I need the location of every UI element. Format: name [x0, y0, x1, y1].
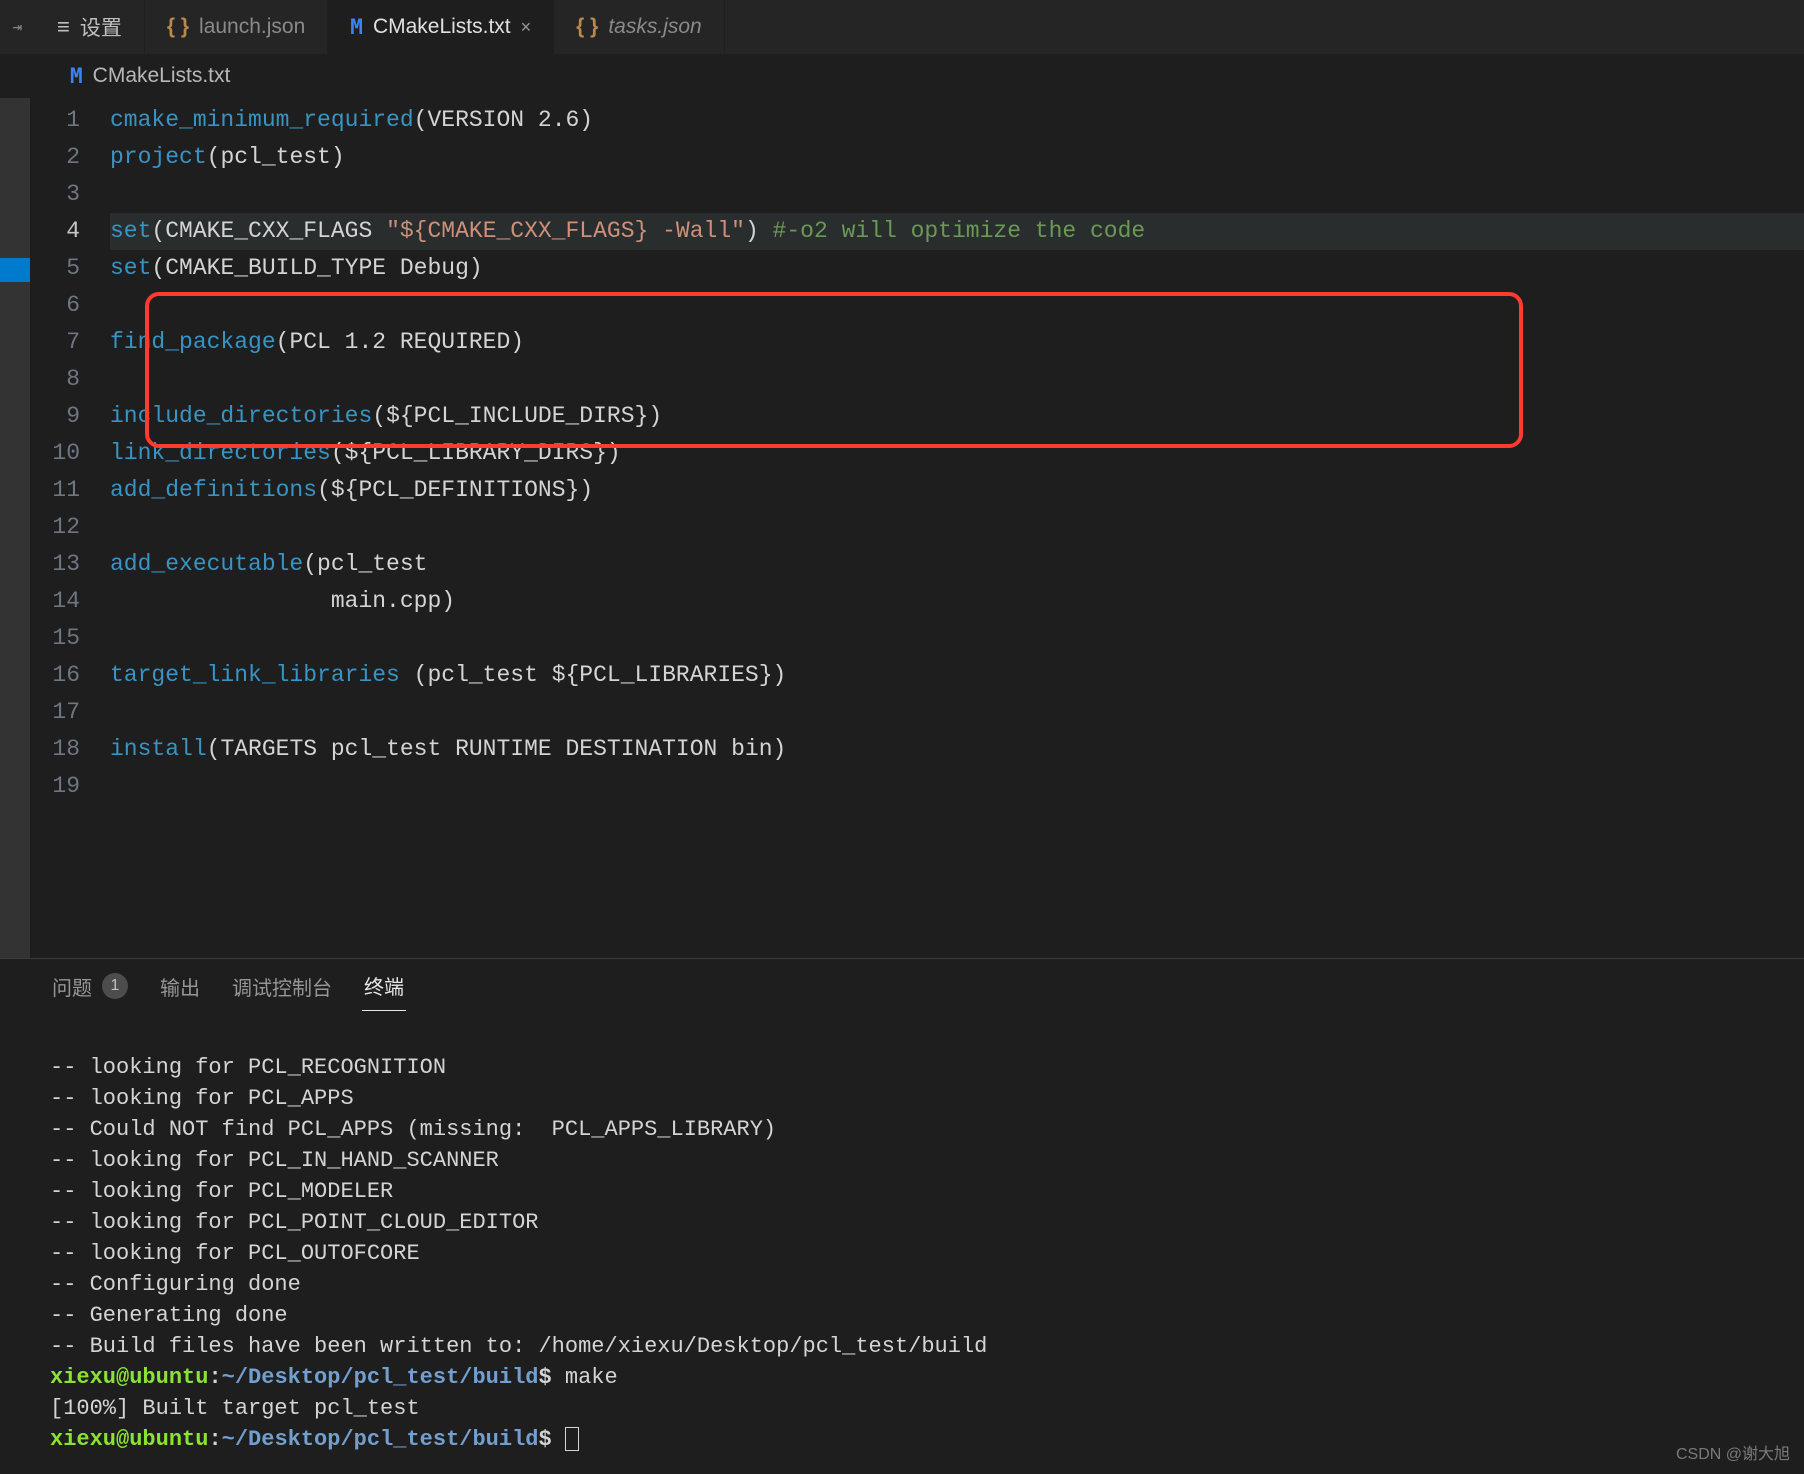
- gear-icon: ≡: [57, 14, 70, 40]
- terminal-line: [100%] Built target pcl_test: [50, 1396, 420, 1421]
- panel-tab-terminal[interactable]: 终端: [362, 961, 406, 1011]
- tab-label: tasks.json: [608, 15, 701, 39]
- json-icon: { }: [576, 15, 598, 39]
- terminal-line: -- looking for PCL_OUTOFCORE: [50, 1241, 420, 1266]
- terminal-line: -- looking for PCL_IN_HAND_SCANNER: [50, 1148, 499, 1173]
- cmake-icon: M: [350, 15, 363, 39]
- bottom-panel: 问题 1 输出 调试控制台 终端 -- looking for PCL_RECO…: [0, 958, 1804, 1474]
- panel-tab-debug-console[interactable]: 调试控制台: [230, 962, 334, 1011]
- tab-bar: ⇥ ≡ 设置 { } launch.json M CMakeLists.txt …: [0, 0, 1804, 54]
- tab-cmakelists[interactable]: M CMakeLists.txt ×: [328, 0, 554, 54]
- tab-label: 设置: [80, 12, 122, 42]
- terminal-line: -- Build files have been written to: /ho…: [50, 1334, 987, 1359]
- code-editor[interactable]: cmake_minimum_required(VERSION 2.6) proj…: [110, 98, 1804, 958]
- tab-settings[interactable]: ≡ 设置: [35, 0, 145, 54]
- terminal-output[interactable]: -- looking for PCL_RECOGNITION -- lookin…: [50, 1013, 1794, 1474]
- terminal-cursor: [565, 1427, 579, 1451]
- panel-tab-problems[interactable]: 问题 1: [50, 962, 130, 1011]
- activity-bar: [0, 98, 30, 958]
- terminal-command: make: [565, 1365, 618, 1390]
- tab-launch-json[interactable]: { } launch.json: [145, 0, 328, 54]
- terminal-line: -- looking for PCL_MODELER: [50, 1179, 393, 1204]
- json-icon: { }: [167, 15, 189, 39]
- terminal-line: -- Could NOT find PCL_APPS (missing: PCL…: [50, 1117, 776, 1142]
- line-gutter: 1 2 3 4 5 6 7 8 9 10 11 12 13 14 15 16 1…: [48, 98, 110, 958]
- cmake-icon: M: [70, 64, 83, 88]
- panel-tab-output[interactable]: 输出: [158, 962, 202, 1011]
- terminal-line: -- Generating done: [50, 1303, 288, 1328]
- terminal-line: -- looking for PCL_APPS: [50, 1086, 354, 1111]
- terminal-line: -- looking for PCL_POINT_CLOUD_EDITOR: [50, 1210, 538, 1235]
- breadcrumb-file: CMakeLists.txt: [93, 64, 231, 88]
- panel-tabs: 问题 1 输出 调试控制台 终端: [50, 959, 1794, 1013]
- tab-label: CMakeLists.txt: [373, 15, 511, 39]
- terminal-line: -- looking for PCL_RECOGNITION: [50, 1055, 446, 1080]
- problems-badge: 1: [102, 973, 128, 999]
- watermark: CSDN @谢大旭: [1676, 1440, 1790, 1464]
- breadcrumb[interactable]: M CMakeLists.txt: [0, 54, 1804, 98]
- close-icon[interactable]: ×: [521, 17, 532, 38]
- tab-label: launch.json: [199, 15, 305, 39]
- editor-area: 1 2 3 4 5 6 7 8 9 10 11 12 13 14 15 16 1…: [0, 98, 1804, 958]
- tab-tasks-json[interactable]: { } tasks.json: [554, 0, 725, 54]
- terminal-line: -- Configuring done: [50, 1272, 301, 1297]
- sidebar-toggle-icon[interactable]: ⇥: [0, 0, 35, 54]
- activity-marker: [0, 258, 30, 282]
